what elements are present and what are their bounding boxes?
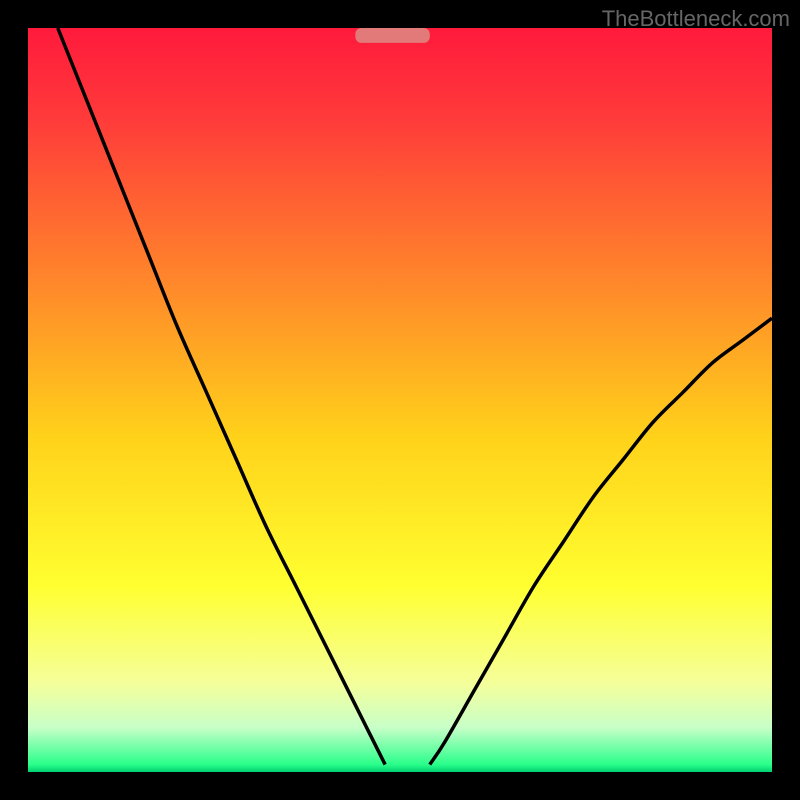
- marker-pill: [355, 28, 429, 43]
- chart-svg: [28, 28, 772, 772]
- chart-background: [28, 28, 772, 772]
- watermark-text: TheBottleneck.com: [602, 6, 790, 32]
- chart-plot-area: [28, 28, 772, 772]
